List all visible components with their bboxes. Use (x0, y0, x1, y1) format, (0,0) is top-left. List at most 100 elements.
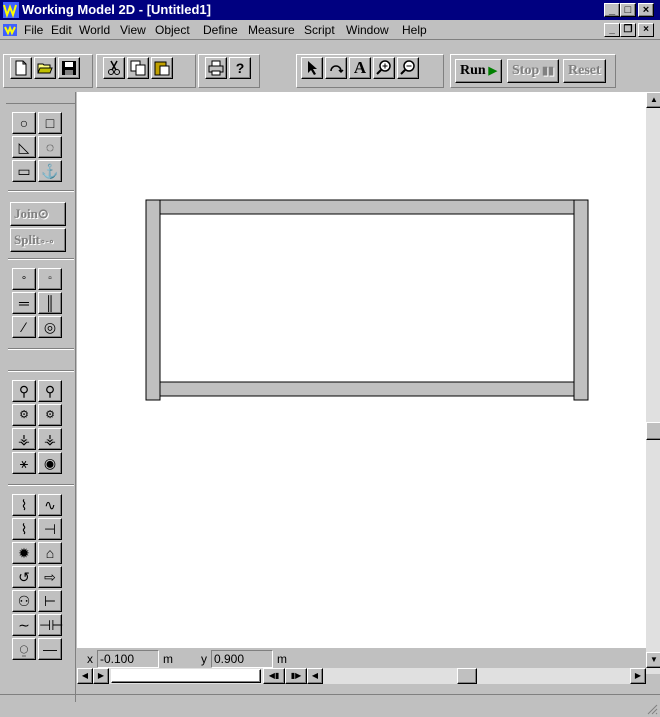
new-file-button[interactable] (10, 57, 32, 79)
rotational-motor-tool-button[interactable]: ⚇ (12, 590, 36, 612)
status-bar (0, 694, 660, 717)
resize-grip-icon[interactable] (646, 703, 658, 715)
tools-toolbar-group: A (296, 54, 444, 88)
separator-tool-button[interactable]: ⊣⊢ (38, 614, 63, 636)
menu-bar: File Edit World View Object Define Measu… (0, 20, 660, 40)
torque-tool-button[interactable]: ↺ (12, 566, 36, 588)
zoom-in-button[interactable] (373, 57, 395, 79)
workspace-canvas[interactable] (77, 92, 646, 648)
vertical-scrollbar[interactable]: ▲ ▼ (646, 92, 660, 674)
damper-icon: ⌇ (20, 521, 28, 537)
point-tool-button[interactable]: ∘ (12, 268, 36, 290)
keyed-joint-tool-button[interactable]: ⚹ (12, 452, 36, 474)
rod-tool-button[interactable]: — (38, 638, 62, 660)
reset-button[interactable]: Reset (563, 59, 606, 83)
menu-object[interactable]: Object (155, 23, 190, 37)
page-scroll-left-button[interactable]: ◀ (307, 668, 323, 684)
x-coordinate-field[interactable]: -0.100 (97, 650, 159, 668)
document-minimize-button[interactable]: _ (604, 23, 620, 37)
run-button[interactable]: Run ▶ (455, 59, 502, 83)
maximize-button[interactable]: □ (620, 3, 636, 17)
rectangle-tool-button[interactable]: □ (38, 112, 62, 134)
join-button[interactable]: Join⊙ (10, 202, 66, 226)
gear-joint-icon: ◉ (43, 455, 57, 471)
copy-button[interactable] (127, 57, 149, 79)
menu-measure[interactable]: Measure (248, 23, 295, 37)
actuator-joint-tool-button[interactable]: ⚙ (38, 404, 62, 426)
horizontal-slot-tool-button[interactable]: ═ (12, 292, 36, 314)
zoom-out-button[interactable] (397, 57, 419, 79)
model-drawing[interactable] (77, 92, 646, 648)
y-coordinate-field[interactable]: 0.900 (211, 650, 273, 668)
linear-damper-icon: ⊣ (43, 521, 57, 537)
frame-back-button[interactable]: ◀▮ (263, 668, 285, 684)
polygon-tool-button[interactable]: ◺ (12, 136, 36, 158)
spring-tool-button[interactable]: ⌇ (12, 494, 36, 516)
simulation-toolbar-group: Run ▶ Stop ▮▮ Reset (450, 54, 616, 88)
circle-tool-button[interactable]: ○ (12, 112, 36, 134)
rotate-tool-button[interactable] (325, 57, 347, 79)
document-restore-button[interactable]: ❐ (620, 23, 636, 37)
spring-joint-tool-button[interactable]: ⚶ (12, 428, 36, 450)
split-button[interactable]: Split∘-∘ (10, 228, 66, 252)
vertical-slot-tool-button[interactable]: ║ (38, 292, 62, 314)
actuator-tool-button[interactable]: ⊢ (38, 590, 62, 612)
menu-world[interactable]: World (79, 23, 110, 37)
slot-tool-button[interactable]: ▭ (12, 160, 36, 182)
pin-joint-tool-button[interactable]: ⚲ (12, 380, 36, 402)
arrow-tool-button[interactable] (301, 57, 323, 79)
scroll-right-button[interactable]: ▶ (630, 668, 646, 684)
save-file-button[interactable] (58, 57, 80, 79)
paste-clipboard-icon (154, 61, 170, 76)
anchor-tool-button[interactable]: ⚓ (38, 160, 62, 182)
scroll-up-button[interactable]: ▲ (646, 92, 660, 108)
close-button[interactable]: × (638, 3, 654, 17)
scroll-down-button[interactable]: ▼ (646, 652, 660, 668)
rotational-spring-tool-button[interactable]: ⍜ (12, 638, 36, 660)
frame-forward-button[interactable]: ▮▶ (285, 668, 307, 684)
rope-tool-button[interactable]: ∼ (12, 614, 36, 636)
damper-tool-button[interactable]: ⌇ (12, 518, 36, 540)
damper-joint-tool-button[interactable]: ⚶ (38, 428, 62, 450)
scroll-up-arrow-icon: ▲ (650, 95, 658, 104)
menu-edit[interactable]: Edit (51, 23, 72, 37)
open-file-button[interactable] (34, 57, 56, 79)
curved-body-tool-button[interactable]: ◌ (38, 136, 62, 158)
menu-file[interactable]: File (24, 23, 43, 37)
scroll-left-button[interactable]: ◀ (77, 668, 93, 684)
cut-button[interactable] (103, 57, 125, 79)
pulley-tool-button[interactable]: ⌂ (38, 542, 62, 564)
linear-damper-tool-button[interactable]: ⊣ (38, 518, 62, 540)
horizontal-scrollbar[interactable]: ◀ ▶ ◀▮ ▮▶ ◀ ▶ (77, 668, 646, 684)
linear-spring-tool-button[interactable]: ∿ (38, 494, 62, 516)
menu-define[interactable]: Define (203, 23, 238, 37)
animation-scrub-slider[interactable] (111, 669, 261, 683)
horizontal-scroll-thumb[interactable] (457, 668, 477, 684)
help-button[interactable]: ? (229, 57, 251, 79)
menu-help[interactable]: Help (402, 23, 427, 37)
motor-joint-tool-button[interactable]: ⚙ (12, 404, 36, 426)
print-button[interactable] (205, 57, 227, 79)
menu-window[interactable]: Window (346, 23, 389, 37)
document-close-button[interactable]: × (638, 23, 654, 37)
copy-icon (130, 60, 146, 76)
gear-joint-tool-button[interactable]: ◉ (38, 452, 62, 474)
curved-slot-tool-button[interactable]: ⁄ (12, 316, 36, 338)
gear-tool-button[interactable]: ✹ (12, 542, 36, 564)
rigid-joint-tool-button[interactable]: ⚲ (38, 380, 62, 402)
palette-separator (8, 258, 74, 260)
minimize-button[interactable]: _ (604, 3, 620, 17)
closed-slot-tool-button[interactable]: ◎ (38, 316, 62, 338)
stop-button[interactable]: Stop ▮▮ (507, 59, 560, 83)
paste-button[interactable] (151, 57, 173, 79)
square-point-tool-button[interactable]: ▫ (38, 268, 62, 290)
closed-slot-icon: ◎ (43, 319, 57, 335)
menu-view[interactable]: View (120, 23, 146, 37)
menu-script[interactable]: Script (304, 23, 335, 37)
force-tool-button[interactable]: ⇨ (38, 566, 62, 588)
vertical-scroll-thumb[interactable] (646, 422, 660, 440)
scroll-right-small-button[interactable]: ▶ (93, 668, 109, 684)
document-icon[interactable] (2, 22, 18, 38)
text-tool-button[interactable]: A (349, 57, 371, 79)
frame-forward-icon: ▮▶ (290, 671, 302, 680)
